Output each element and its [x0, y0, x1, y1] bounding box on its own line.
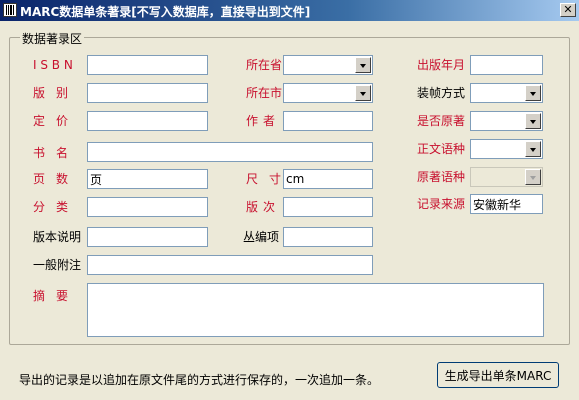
binding-label: 装帧方式 — [417, 86, 466, 100]
close-button[interactable]: ✕ — [560, 3, 576, 17]
group-legend: 数据著录区 — [20, 30, 85, 47]
chevron-down-icon[interactable] — [355, 85, 371, 101]
pages-input[interactable] — [87, 169, 208, 189]
general-note-label: 一般附注 — [33, 258, 82, 272]
edition-label: 版别 — [33, 86, 80, 100]
series-input[interactable] — [283, 227, 373, 247]
category-input[interactable] — [87, 197, 208, 217]
record-source-input[interactable] — [470, 194, 543, 214]
book-title-label: 书名 — [33, 146, 80, 160]
abstract-label: 摘要 — [33, 289, 80, 303]
province-select[interactable] — [283, 55, 373, 75]
series-label: 丛编项 — [243, 230, 280, 244]
general-note-input[interactable] — [87, 255, 373, 275]
record-source-label: 记录来源 — [417, 197, 466, 211]
chevron-down-icon[interactable] — [525, 141, 541, 157]
city-label: 所在市 — [246, 86, 283, 100]
chevron-down-icon — [525, 169, 541, 185]
text-lang-label: 正文语种 — [417, 142, 466, 156]
chevron-down-icon[interactable] — [525, 85, 541, 101]
isbn-label: I S B N — [33, 58, 73, 72]
window-title: MARC数据单条著录[不写入数据库，直接导出到文件] — [20, 5, 311, 19]
chevron-down-icon[interactable] — [525, 113, 541, 129]
pub-date-label: 出版年月 — [417, 58, 466, 72]
province-label: 所在省 — [246, 58, 283, 72]
text-lang-select[interactable] — [470, 139, 543, 159]
edition-input[interactable] — [87, 83, 208, 103]
chevron-down-icon[interactable] — [355, 57, 371, 73]
book-title-input[interactable] — [87, 142, 373, 162]
edition-note-input[interactable] — [87, 227, 208, 247]
orig-lang-select — [470, 167, 543, 187]
barcode-icon — [3, 3, 17, 17]
orig-lang-label: 原著语种 — [417, 170, 466, 184]
category-label: 分类 — [33, 200, 80, 214]
pub-date-input[interactable] — [470, 55, 543, 75]
marc-entry-window: MARC数据单条著录[不写入数据库，直接导出到文件] ✕ 数据著录区 I S B… — [0, 0, 579, 400]
author-input[interactable] — [283, 111, 373, 131]
is-original-select[interactable] — [470, 111, 543, 131]
edition-note-label: 版本说明 — [33, 230, 82, 244]
isbn-input[interactable] — [87, 55, 208, 75]
generate-marc-button[interactable]: 生成导出单条MARC — [437, 362, 559, 388]
city-select[interactable] — [283, 83, 373, 103]
export-note: 导出的记录是以追加在原文件尾的方式进行保存的，一次追加一条。 — [19, 373, 380, 387]
abstract-textarea[interactable] — [87, 283, 544, 337]
is-original-label: 是否原著 — [417, 114, 466, 128]
pages-label: 页数 — [33, 172, 80, 186]
price-input[interactable] — [87, 111, 208, 131]
title-bar[interactable]: MARC数据单条著录[不写入数据库，直接导出到文件] ✕ — [0, 0, 579, 21]
author-label: 作者 — [246, 114, 281, 128]
price-label: 定价 — [33, 114, 80, 128]
size-input[interactable] — [283, 169, 373, 189]
print-order-label: 版次 — [246, 200, 281, 214]
binding-select[interactable] — [470, 83, 543, 103]
print-order-input[interactable] — [283, 197, 373, 217]
